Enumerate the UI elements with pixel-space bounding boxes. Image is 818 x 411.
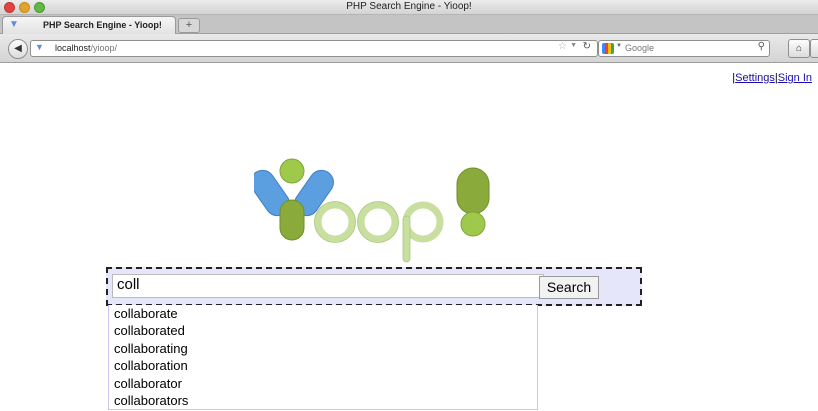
toolbar-overflow-button[interactable]	[810, 39, 818, 58]
settings-link[interactable]: Settings	[735, 72, 775, 84]
magnifier-icon[interactable]: ⚲	[758, 41, 765, 52]
search-input[interactable]: coll	[112, 274, 544, 298]
engine-dropdown-icon[interactable]: ▼	[616, 43, 622, 49]
home-button[interactable]: ⌂	[788, 39, 810, 58]
top-links: |Settings|Sign In	[732, 72, 812, 84]
star-icon[interactable]: ☆	[558, 41, 567, 52]
suggestion-item[interactable]: collaborating	[109, 340, 537, 357]
suggestion-item[interactable]: collaborators	[109, 392, 537, 409]
sign-in-link[interactable]: Sign In	[778, 72, 812, 84]
url-path: /yioop/	[90, 43, 118, 53]
suggestion-item[interactable]: collaboration	[109, 357, 537, 374]
tab-label: PHP Search Engine - Yioop!	[43, 20, 162, 30]
yioop-logo	[254, 158, 490, 263]
google-icon[interactable]	[602, 43, 614, 54]
url-bar[interactable]: ▼ localhost/yioop/ ☆ ▼ ↻	[30, 40, 598, 57]
suggestion-item[interactable]: collaborate	[109, 305, 537, 322]
home-icon: ⌂	[795, 43, 803, 54]
window-title: PHP Search Engine - Yioop!	[346, 1, 472, 12]
dropdown-icon[interactable]: ▼	[570, 42, 577, 49]
tab-yioop[interactable]: ▼ PHP Search Engine - Yioop!	[2, 16, 176, 34]
autocomplete-list: collaborate collaborated collaborating c…	[108, 305, 538, 410]
browser-search-bar[interactable]: ▼ Google ⚲	[598, 40, 770, 57]
tab-strip: ▼ PHP Search Engine - Yioop! +	[0, 15, 818, 34]
favicon-icon: ▼	[35, 42, 44, 52]
suggestion-item[interactable]: collaborated	[109, 322, 537, 339]
browser-search-placeholder: Google	[625, 43, 655, 53]
new-tab-button[interactable]: +	[178, 18, 200, 33]
suggestion-item[interactable]: collaborator	[109, 375, 537, 392]
url-text: localhost/yioop/	[55, 43, 117, 53]
back-arrow-icon: ◀	[14, 43, 22, 54]
reload-icon[interactable]: ↻	[583, 41, 591, 52]
search-form: coll Search	[106, 267, 642, 306]
navigation-bar: ◀ ▼ localhost/yioop/ ☆ ▼ ↻ ▼ Google ⚲ ⌂	[0, 34, 818, 63]
favicon-icon: ▼	[9, 19, 19, 30]
url-host: localhost	[55, 43, 91, 53]
back-button[interactable]: ◀	[8, 39, 28, 59]
title-bar: PHP Search Engine - Yioop!	[0, 0, 818, 15]
search-button[interactable]: Search	[539, 276, 599, 299]
